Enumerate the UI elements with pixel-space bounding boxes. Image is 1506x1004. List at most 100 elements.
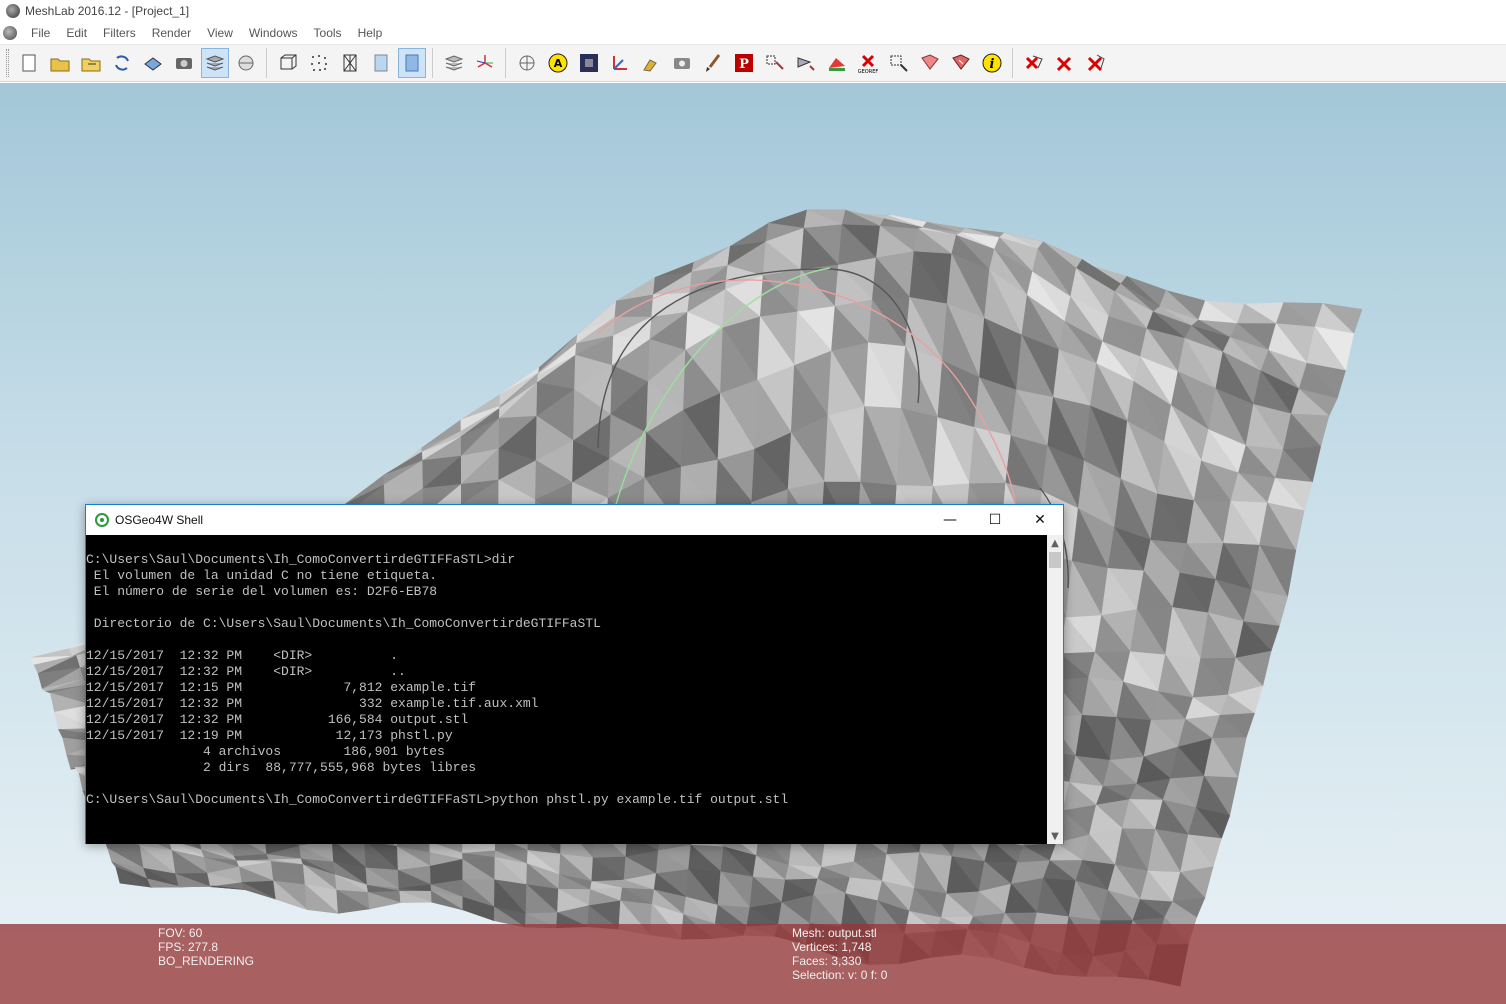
- globe-button[interactable]: [513, 48, 541, 78]
- bbox-button[interactable]: [274, 48, 302, 78]
- edit-move-button[interactable]: [792, 48, 820, 78]
- layers-button[interactable]: [200, 48, 229, 78]
- scroll-up-icon[interactable]: ▲: [1047, 535, 1063, 551]
- console-line: El número de serie del volumen es: D2F6-…: [86, 584, 438, 599]
- delete-faces-icon: [1025, 55, 1043, 70]
- meshlab-menu-icon[interactable]: [3, 26, 17, 40]
- menu-bar: File Edit Filters Render View Windows To…: [0, 22, 1506, 44]
- info-icon: i: [982, 53, 1001, 73]
- osgeo4w-shell-window[interactable]: OSGeo4W Shell — ☐ ✕ C:\Users\Saul\Docume…: [85, 504, 1064, 844]
- shell-title: OSGeo4W Shell: [115, 513, 204, 527]
- camera-icon: [175, 58, 192, 69]
- osgeo-icon: [95, 513, 109, 527]
- close-button[interactable]: ✕: [1017, 505, 1063, 535]
- mesh-name-label: Mesh: output.stl: [792, 926, 877, 940]
- toolbar-grip[interactable]: [6, 49, 9, 77]
- menu-file[interactable]: File: [23, 26, 58, 40]
- color-button[interactable]: [823, 48, 851, 78]
- menu-edit[interactable]: Edit: [58, 26, 95, 40]
- layer-stack-icon: [444, 55, 463, 71]
- layers-icon: [205, 55, 224, 71]
- reload-icon: [114, 55, 129, 71]
- georef-button[interactable]: GEOREF: [854, 48, 882, 78]
- console-line: C:\Users\Saul\Documents\Ih_ComoConvertir…: [86, 792, 789, 807]
- camera-align-button[interactable]: [668, 48, 696, 78]
- annotation-a-button[interactable]: A: [544, 48, 572, 78]
- shell-titlebar[interactable]: OSGeo4W Shell — ☐ ✕: [86, 505, 1063, 535]
- faces-label: Faces: 3,330: [792, 954, 862, 968]
- camera-button[interactable]: [170, 48, 198, 78]
- menu-render[interactable]: Render: [144, 26, 199, 40]
- points-button[interactable]: [305, 48, 333, 78]
- viewport-info-overlay: FOV: 60 FPS: 277.8 BO_RENDERING Mesh: ou…: [0, 924, 1506, 1004]
- menu-filters[interactable]: Filters: [95, 26, 144, 40]
- sphere-button[interactable]: [232, 48, 260, 78]
- minimize-button[interactable]: —: [927, 505, 973, 535]
- open-project-button[interactable]: [46, 48, 74, 78]
- brush-icon: [705, 54, 720, 72]
- smooth-button[interactable]: [397, 48, 426, 78]
- main-toolbar: A P GEOREF i: [0, 44, 1506, 82]
- new-project-button[interactable]: [15, 48, 43, 78]
- delete-vertices-button[interactable]: [1051, 48, 1079, 78]
- flat-button[interactable]: [367, 48, 395, 78]
- scroll-down-icon[interactable]: ▼: [1047, 828, 1063, 844]
- console-line: C:\Users\Saul\Documents\Ih_ComoConvertir…: [86, 552, 516, 567]
- select-faces-button[interactable]: [885, 48, 913, 78]
- delete-faces-button[interactable]: [1020, 48, 1048, 78]
- maximize-button[interactable]: ☐: [972, 505, 1018, 535]
- paint-button[interactable]: [637, 48, 665, 78]
- svg-text:P: P: [739, 57, 749, 72]
- toolbar-separator: [505, 48, 506, 78]
- open-mesh-button[interactable]: [77, 48, 105, 78]
- svg-text:A: A: [553, 57, 562, 70]
- fov-label: FOV: 60: [158, 926, 203, 940]
- smooth-icon: [405, 54, 418, 72]
- open-project-icon: [50, 58, 69, 72]
- selection-label: Selection: v: 0 f: 0: [792, 968, 888, 982]
- menu-tools[interactable]: Tools: [306, 26, 350, 40]
- app-titlebar: MeshLab 2016.12 - [Project_1]: [0, 0, 1506, 22]
- camera-align-icon: [673, 58, 690, 69]
- console-line: 12/15/2017 12:32 PM <DIR> .: [86, 648, 399, 663]
- select-vertices-icon: [920, 54, 939, 70]
- pp-button[interactable]: P: [730, 48, 758, 78]
- axes-icon: [476, 55, 493, 68]
- reload-button[interactable]: [108, 48, 136, 78]
- console-line: El volumen de la unidad C no tiene etiqu…: [86, 568, 438, 583]
- delete-all-button[interactable]: [1082, 48, 1110, 78]
- annotation-a-icon: A: [548, 53, 567, 73]
- select-vertices-button[interactable]: [916, 48, 944, 78]
- select-faces-icon: [890, 55, 908, 72]
- toolbar-separator: [1012, 48, 1013, 78]
- z-painting-button[interactable]: [947, 48, 975, 78]
- console-line: 12/15/2017 12:32 PM 166,584 output.stl: [86, 712, 469, 727]
- raster-button[interactable]: [575, 48, 603, 78]
- save-snapshot-button[interactable]: [139, 48, 167, 78]
- color-icon: [828, 58, 845, 71]
- sphere-icon: [238, 55, 253, 71]
- console-output[interactable]: C:\Users\Saul\Documents\Ih_ComoConvertir…: [86, 535, 1047, 844]
- menu-windows[interactable]: Windows: [241, 26, 306, 40]
- edit-select-button[interactable]: [761, 48, 789, 78]
- align-axes-button[interactable]: [606, 48, 634, 78]
- mesh-info: Mesh: output.stl Vertices: 1,748 Faces: …: [792, 926, 887, 982]
- menu-view[interactable]: View: [199, 26, 241, 40]
- console-line: 2 dirs 88,777,555,968 bytes libres: [86, 760, 477, 775]
- svg-text:GEOREF: GEOREF: [857, 69, 878, 74]
- vertices-label: Vertices: 1,748: [792, 940, 872, 954]
- scroll-thumb[interactable]: [1049, 552, 1061, 568]
- menu-help[interactable]: Help: [350, 26, 391, 40]
- console-scrollbar[interactable]: ▲ ▼: [1047, 535, 1063, 844]
- console-line: 12/15/2017 12:32 PM <DIR> ..: [86, 664, 406, 679]
- toolbar-separator: [432, 48, 433, 78]
- wireframe-button[interactable]: [336, 48, 364, 78]
- info-button[interactable]: i: [978, 48, 1006, 78]
- layer-stack-button[interactable]: [440, 48, 468, 78]
- console-line: Directorio de C:\Users\Saul\Documents\Ih…: [86, 616, 601, 631]
- wireframe-icon: [343, 54, 356, 72]
- fps-label: FPS: 277.8: [158, 940, 219, 954]
- axes-button[interactable]: [471, 48, 499, 78]
- brush-button[interactable]: [699, 48, 727, 78]
